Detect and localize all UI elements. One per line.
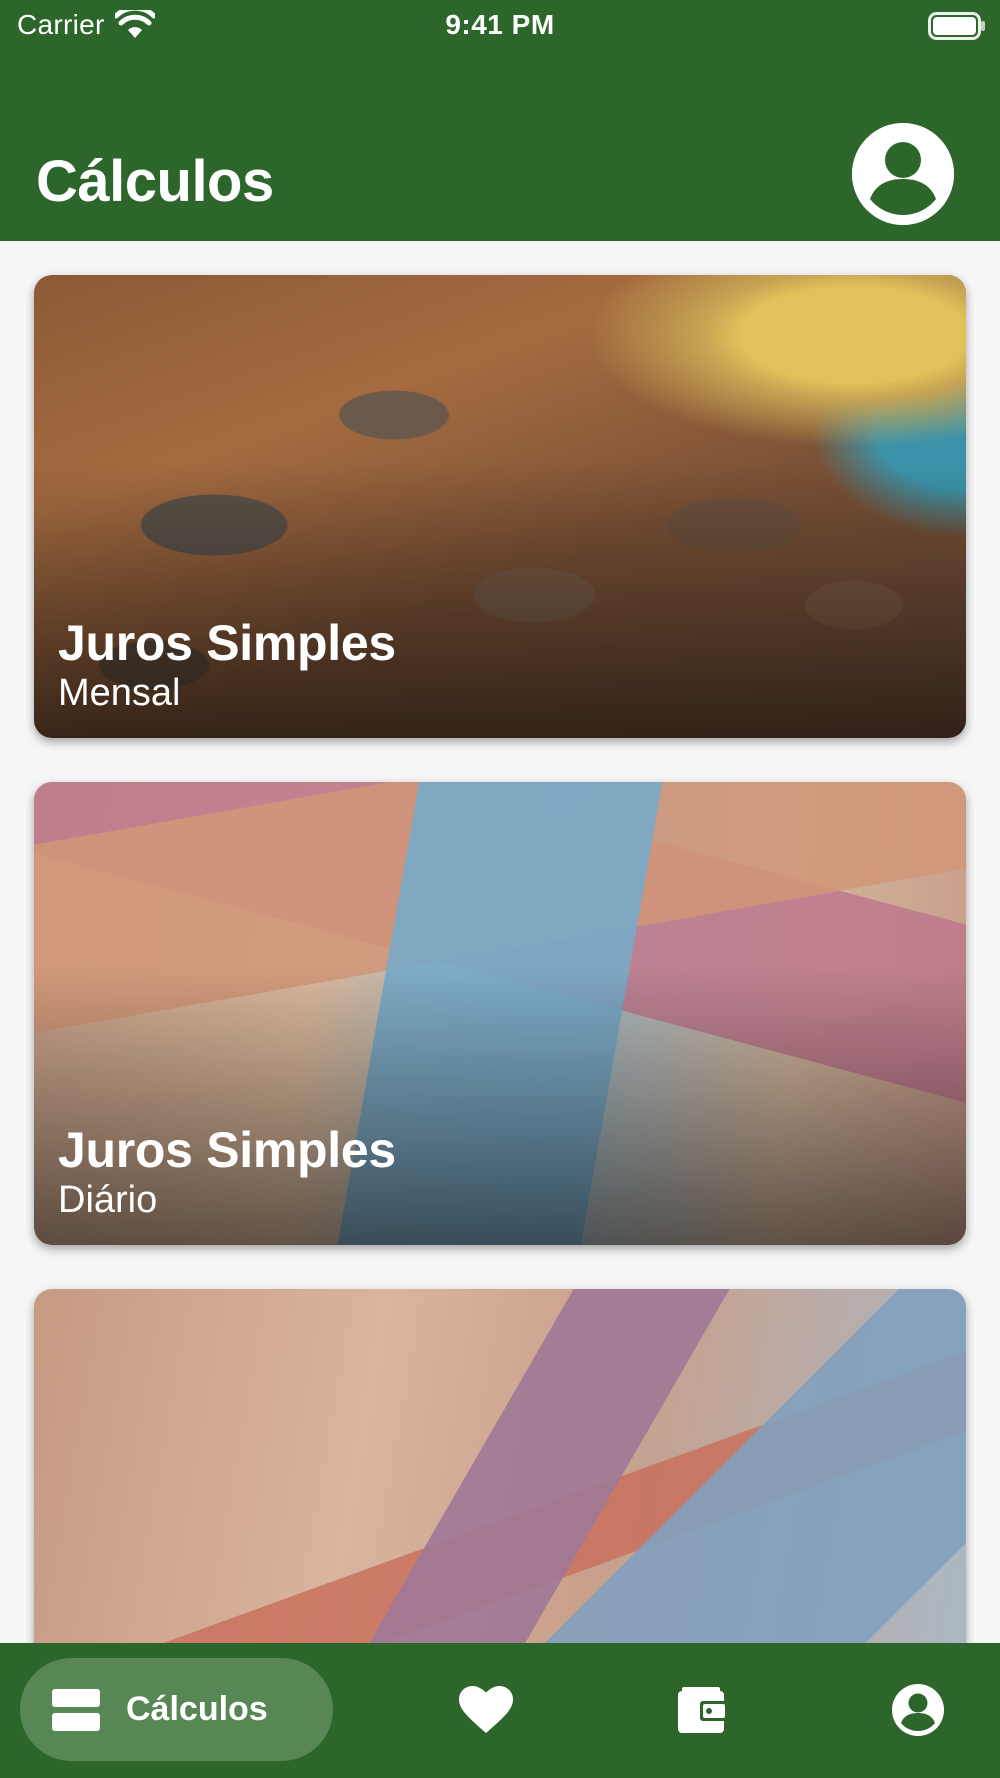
- calc-card-juros-simples-diario[interactable]: Juros Simples Diário: [34, 782, 966, 1245]
- card-subtitle: Mensal: [58, 672, 181, 714]
- wallet-icon: [678, 1687, 728, 1733]
- nav-item-wallet[interactable]: [666, 1673, 740, 1747]
- nav-item-favorites[interactable]: [449, 1673, 523, 1747]
- calc-card-juros-simples-mensal[interactable]: Juros Simples Mensal: [34, 275, 966, 738]
- nav-item-profile[interactable]: [881, 1673, 955, 1747]
- banknotes-fan-photo: [34, 1289, 966, 1643]
- status-bar: Carrier 9:41 PM: [0, 0, 1000, 52]
- card-subtitle: Diário: [58, 1179, 158, 1221]
- nav-item-calculos[interactable]: Cálculos: [20, 1658, 333, 1761]
- battery-icon: [928, 12, 985, 40]
- card-title: Juros Simples: [58, 615, 396, 671]
- account-circle-icon: [852, 123, 954, 225]
- account-circle-icon: [892, 1684, 944, 1736]
- calc-card-third[interactable]: [34, 1289, 966, 1643]
- profile-button[interactable]: [852, 123, 954, 225]
- nav-item-label: Cálculos: [126, 1690, 268, 1728]
- card-title: Juros Simples: [58, 1122, 396, 1178]
- calculations-grid-icon: [52, 1688, 100, 1731]
- status-time: 9:41 PM: [445, 9, 555, 40]
- calculations-list[interactable]: Juros Simples Mensal Juros Simples Diári…: [0, 241, 1000, 1643]
- heart-icon: [459, 1686, 513, 1733]
- bottom-navigation: Cálculos: [0, 1643, 1000, 1778]
- page-title: Cálculos: [36, 149, 274, 214]
- app-bar: Carrier 9:41 PM Cálculos: [0, 0, 1000, 241]
